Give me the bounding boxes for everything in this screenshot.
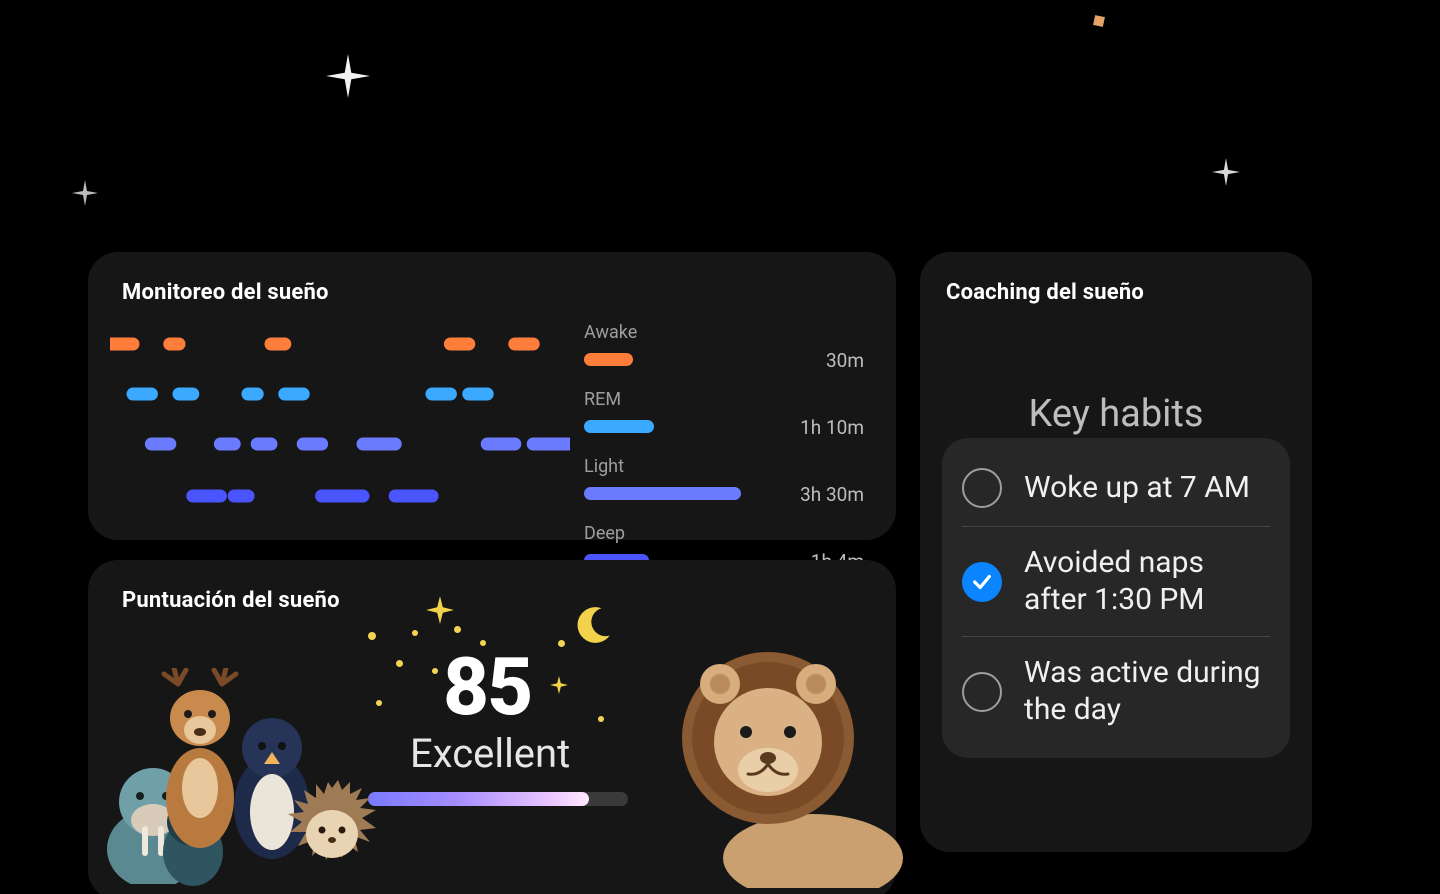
legend-label: Deep (584, 523, 864, 544)
habit-item[interactable]: Was active during the day (962, 636, 1270, 746)
sleep-score-rating: Excellent (410, 730, 570, 777)
sleep-coaching-card[interactable]: Coaching del sueño Key habits Woke up at… (920, 252, 1312, 852)
sleep-score-title: Puntuación del sueño (122, 588, 862, 613)
sparkle-icon (454, 626, 461, 633)
key-habits-heading: Key habits (1029, 392, 1204, 436)
lion-icon (648, 628, 908, 892)
hedgehog-icon (284, 780, 380, 880)
legend-label: Light (584, 456, 864, 477)
sleep-score-value: 85 (443, 640, 531, 734)
legend-bar-awake (584, 353, 633, 366)
checkbox-checked-icon[interactable] (962, 562, 1002, 602)
sparkle-icon (598, 716, 604, 722)
key-habits-panel: Woke up at 7 AM Avoided naps after 1:30 … (942, 438, 1290, 758)
sparkle-icon (412, 630, 418, 636)
sleep-monitoring-title: Monitoreo del sueño (122, 280, 862, 305)
habit-item[interactable]: Avoided naps after 1:30 PM (962, 526, 1270, 636)
star-icon (72, 180, 98, 206)
sleep-coaching-title: Coaching del sueño (946, 280, 1286, 305)
checkbox-unchecked-icon[interactable] (962, 672, 1002, 712)
sparkle-icon (376, 700, 382, 706)
star-icon (1212, 158, 1240, 186)
legend-bar-rem (584, 420, 654, 433)
legend-row-awake: Awake 30m (584, 320, 864, 369)
sparkle-icon (396, 660, 403, 667)
habit-label: Avoided naps after 1:30 PM (1024, 545, 1270, 618)
checkbox-unchecked-icon[interactable] (962, 468, 1002, 508)
legend-value: 30m (826, 349, 864, 372)
sleep-score-bar (368, 792, 628, 806)
legend-value: 1h 10m (800, 416, 864, 439)
legend-value: 3h 30m (800, 483, 864, 506)
legend-bar-light (584, 487, 741, 500)
sparkle-icon (432, 668, 438, 674)
habit-item[interactable]: Woke up at 7 AM (962, 450, 1270, 526)
sparkle-icon (558, 640, 565, 647)
habit-label: Was active during the day (1024, 655, 1270, 728)
sleep-stage-legend: Awake 30m REM 1h 10m Light 3h 30m Deep (584, 320, 864, 588)
sleep-stage-chart (110, 320, 570, 520)
legend-row-rem: REM 1h 10m (584, 387, 864, 436)
legend-label: REM (584, 389, 864, 410)
legend-label: Awake (584, 322, 864, 343)
moon-icon (572, 604, 614, 646)
sparkle-icon (368, 632, 376, 640)
legend-row-light: Light 3h 30m (584, 454, 864, 503)
star-icon (550, 676, 568, 698)
habit-label: Woke up at 7 AM (1024, 470, 1250, 507)
star-icon (426, 596, 454, 628)
star-icon (1093, 15, 1105, 27)
star-icon (326, 54, 370, 98)
